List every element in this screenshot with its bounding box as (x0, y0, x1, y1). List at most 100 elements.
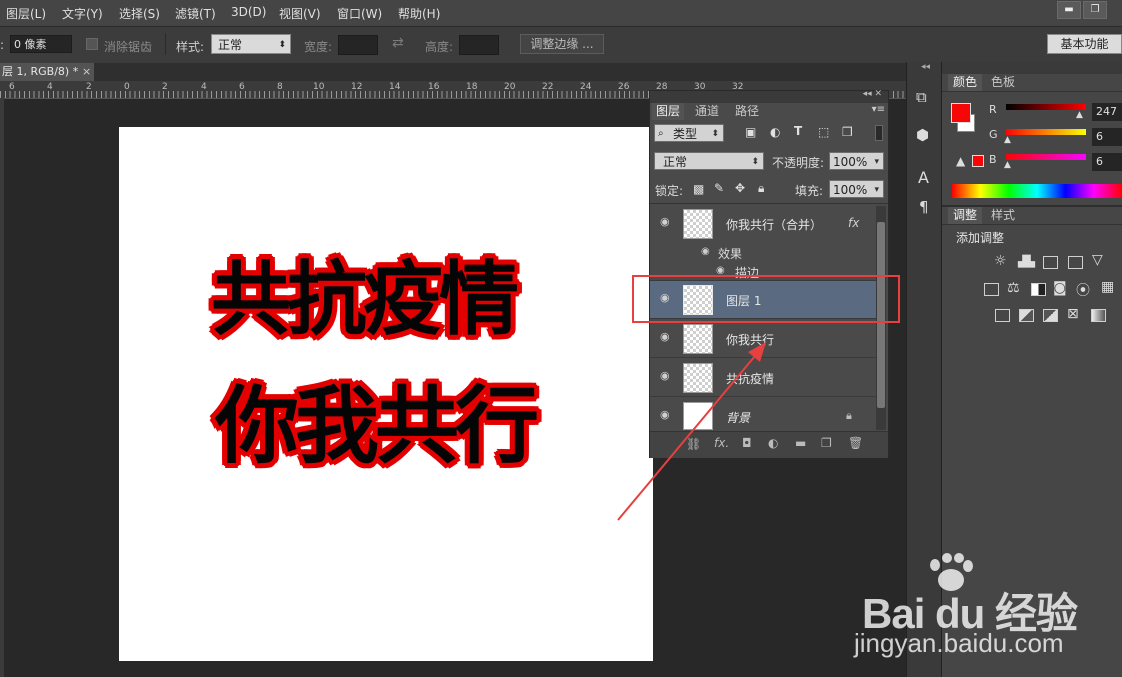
slider-thumb-icon[interactable]: ▲ (1076, 110, 1083, 120)
tab-styles[interactable]: 样式 (986, 207, 1020, 224)
slider-thumb-icon[interactable]: ▲ (1004, 160, 1011, 170)
menu-window[interactable]: 窗口(W) (337, 5, 382, 22)
height-input[interactable] (459, 35, 499, 55)
color-lookup-icon[interactable]: ▦ (1101, 279, 1114, 295)
opacity-input[interactable]: 100% ▾ (829, 152, 884, 170)
filter-kind-select[interactable]: ⌕ 类型 ⬍ (654, 124, 724, 142)
black-white-icon[interactable] (1031, 283, 1046, 296)
filter-toggle[interactable] (875, 125, 883, 141)
websafe-color-swatch[interactable] (972, 155, 984, 167)
tab-layers[interactable]: 图层 (652, 103, 685, 120)
filter-adjustment-icon[interactable]: ◐ (770, 125, 780, 139)
exposure-icon[interactable] (1068, 256, 1083, 269)
r-value-input[interactable]: 247 (1092, 103, 1122, 121)
menu-3d[interactable]: 3D(D) (231, 5, 266, 19)
trash-icon[interactable]: 🗑︎ (848, 436, 863, 450)
layer-row-merged[interactable]: ◉ 你我共行（合并） fx (650, 205, 876, 243)
add-adjustment-label: 添加调整 (956, 231, 1005, 245)
blend-mode-select[interactable]: 正常 ⬍ (654, 152, 764, 170)
lock-move-icon[interactable]: ✥ (735, 181, 745, 195)
b-slider[interactable] (1006, 154, 1086, 160)
antialias-checkbox[interactable] (86, 38, 98, 50)
gradient-map-icon[interactable] (1091, 309, 1106, 322)
curves-icon[interactable] (1043, 256, 1058, 269)
feather-input[interactable]: 0 像素 (10, 35, 72, 53)
selective-color-icon[interactable]: ⊠ (1067, 306, 1079, 322)
color-spectrum-bar[interactable] (952, 184, 1122, 198)
tab-channels[interactable]: 通道 (691, 103, 723, 120)
menu-help[interactable]: 帮助(H) (398, 5, 440, 22)
collapse-icon[interactable]: ◂◂ ✕ (863, 89, 882, 99)
updown-icon: ⬍ (751, 157, 759, 167)
document-canvas[interactable]: 共抗疫情 你我共行 (119, 127, 653, 661)
ruler-label: 26 (618, 82, 630, 92)
vibrance-icon[interactable]: ▽ (1092, 252, 1103, 268)
menu-filter[interactable]: 滤镜(T) (175, 5, 216, 22)
width-input[interactable] (338, 35, 378, 55)
folder-icon[interactable]: ▬ (795, 436, 806, 450)
restore-button[interactable]: ❐ (1083, 1, 1107, 19)
3d-icon[interactable]: ⬢ (916, 126, 929, 144)
new-layer-icon[interactable]: ❐ (821, 436, 832, 450)
g-slider[interactable] (1006, 129, 1086, 135)
posterize-icon[interactable] (1019, 309, 1034, 322)
menu-layer[interactable]: 图层(L) (6, 5, 46, 22)
filter-type-icon[interactable]: T (794, 124, 802, 138)
filter-shape-icon[interactable]: ⬚ (818, 125, 829, 139)
warning-icon: ▲ (956, 154, 966, 168)
character-icon[interactable]: A (918, 168, 929, 187)
invert-icon[interactable] (995, 309, 1010, 322)
menu-type[interactable]: 文字(Y) (62, 5, 103, 22)
panel-menu-icon[interactable]: ▾≡ (872, 104, 885, 115)
channel-mixer-icon[interactable]: ⦿ (1076, 280, 1090, 300)
menu-select[interactable]: 选择(S) (119, 5, 160, 22)
antialias-label: 消除锯齿 (104, 40, 153, 54)
tab-color[interactable]: 颜色 (948, 74, 983, 91)
layer-name: 你我共行（合并） (726, 218, 823, 232)
panel-header-strip: ◂◂ ✕ (650, 89, 888, 103)
paragraph-icon[interactable]: ¶ (919, 198, 929, 216)
hue-saturation-icon[interactable] (984, 283, 999, 296)
filter-smart-icon[interactable]: ❒ (842, 125, 853, 139)
fill-value: 100% (833, 183, 868, 197)
swap-icon[interactable]: ⇄ (392, 35, 404, 51)
search-icon: ⌕ (658, 128, 664, 139)
ruler-label: 22 (542, 82, 554, 92)
ruler-label: 6 (239, 82, 245, 92)
r-slider[interactable] (1006, 104, 1086, 110)
document-tab[interactable]: 层 1, RGB/8) * × (0, 63, 96, 81)
lock-all-icon[interactable]: 🔒︎ (758, 181, 764, 196)
r-label: R (989, 103, 997, 116)
opacity-value: 100% (833, 155, 868, 169)
arrow-line (617, 349, 761, 521)
height-label: 高度: (425, 40, 454, 54)
slider-thumb-icon[interactable]: ▲ (1004, 135, 1011, 145)
menu-view[interactable]: 视图(V) (279, 5, 321, 22)
expand-icon[interactable]: ◂◂ (921, 62, 930, 72)
photo-filter-icon[interactable]: ◙ (1053, 280, 1067, 296)
brightness-icon[interactable]: ☼ (994, 253, 1007, 269)
eye-icon[interactable]: ◉ (660, 216, 672, 227)
tab-paths[interactable]: 路径 (731, 103, 763, 120)
close-icon[interactable]: × (82, 63, 91, 81)
lock-icon: 🔒︎ (846, 409, 852, 422)
fx-icon[interactable]: fx (848, 216, 859, 230)
color-balance-icon[interactable]: ⚖ (1007, 280, 1020, 296)
minimize-button[interactable]: ▬ (1057, 1, 1081, 19)
b-value-input[interactable]: 6 (1092, 153, 1122, 171)
style-select[interactable]: 正常 ⬍ (211, 34, 291, 54)
refine-edge-button[interactable]: 调整边缘 ... (520, 34, 604, 54)
lock-paint-icon[interactable]: ✎ (714, 181, 724, 195)
lock-transparent-icon[interactable]: ▩ (693, 182, 704, 196)
history-icon[interactable]: ⧉ (916, 88, 927, 106)
eye-icon[interactable]: ◉ (701, 246, 710, 257)
workspace-button[interactable]: 基本功能 (1047, 34, 1122, 54)
tab-adjustments[interactable]: 调整 (948, 207, 983, 224)
foreground-color-swatch[interactable] (951, 103, 971, 123)
threshold-icon[interactable] (1043, 309, 1058, 322)
levels-icon[interactable]: ▟▙ (1018, 255, 1035, 268)
fill-input[interactable]: 100% ▾ (829, 180, 884, 198)
g-value-input[interactable]: 6 (1092, 128, 1122, 146)
tab-swatches[interactable]: 色板 (986, 74, 1020, 91)
filter-pixel-icon[interactable]: ▣ (745, 125, 756, 139)
